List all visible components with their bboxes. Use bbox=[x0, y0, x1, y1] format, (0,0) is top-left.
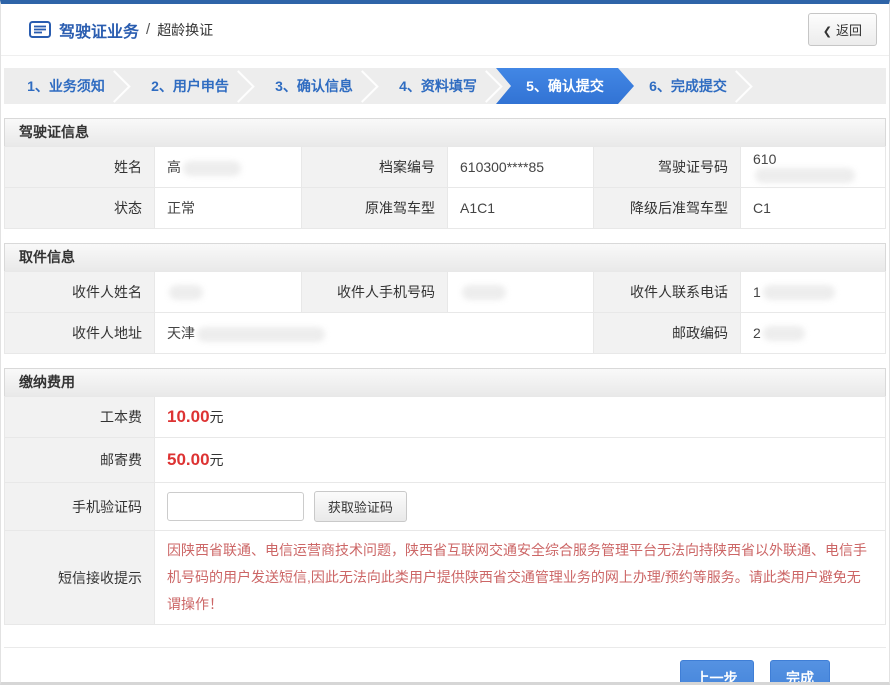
license-number-label: 驾驶证号码 bbox=[594, 147, 741, 188]
section-pickup-info-title: 取件信息 bbox=[4, 243, 886, 271]
redacted-license-number bbox=[755, 168, 855, 183]
recipient-name-label: 收件人姓名 bbox=[5, 272, 155, 313]
breadcrumb-separator: / bbox=[146, 21, 150, 38]
tab-step-2-declaration[interactable]: 2、用户申告 bbox=[128, 68, 252, 104]
page-header: 驾驶证业务 / 超龄换证 ❮ 返回 bbox=[1, 4, 889, 56]
finish-button[interactable]: 完成 bbox=[770, 660, 830, 685]
page-title: 驾驶证业务 bbox=[59, 18, 139, 42]
table-row: 短信接收提示 因陕西省联通、电信运营商技术问题，陕西省互联网交通安全综合服务管理… bbox=[5, 531, 886, 625]
recipient-phone-label: 收件人联系电话 bbox=[594, 272, 741, 313]
table-row: 邮寄费 50.00元 bbox=[5, 438, 886, 483]
recipient-mobile-label: 收件人手机号码 bbox=[302, 272, 448, 313]
section-license-info: 驾驶证信息 姓名 高 档案编号 610300****85 驾驶证号码 610 状… bbox=[4, 118, 886, 229]
recipient-phone-value: 1 bbox=[741, 272, 886, 313]
redacted-recipient-address bbox=[197, 327, 325, 342]
footer-actions: 上一步 完成 bbox=[4, 647, 886, 685]
name-label: 姓名 bbox=[5, 147, 155, 188]
license-number-value: 610 bbox=[741, 147, 886, 188]
tab-step-1-notice[interactable]: 1、业务须知 bbox=[4, 68, 128, 104]
original-class-label: 原准驾车型 bbox=[302, 188, 448, 229]
postage-fee-label: 邮寄费 bbox=[5, 438, 155, 483]
table-row: 姓名 高 档案编号 610300****85 驾驶证号码 610 bbox=[5, 147, 886, 188]
redacted-recipient-mobile bbox=[462, 285, 506, 300]
recipient-address-value: 天津 bbox=[155, 313, 594, 354]
production-fee-amount: 10.00 bbox=[167, 407, 210, 426]
recipient-name-value bbox=[155, 272, 302, 313]
section-fees-title: 缴纳费用 bbox=[4, 368, 886, 396]
redacted-name bbox=[183, 161, 241, 176]
back-button[interactable]: ❮ 返回 bbox=[808, 13, 877, 46]
table-row: 工本费 10.00元 bbox=[5, 397, 886, 438]
production-fee-label: 工本费 bbox=[5, 397, 155, 438]
table-row: 收件人姓名 收件人手机号码 收件人联系电话 1 bbox=[5, 272, 886, 313]
section-fees: 缴纳费用 工本费 10.00元 邮寄费 50.00元 手机验证码 获取验证码 bbox=[4, 368, 886, 625]
sms-code-label: 手机验证码 bbox=[5, 483, 155, 531]
fees-table: 工本费 10.00元 邮寄费 50.00元 手机验证码 获取验证码 短信接收提 bbox=[4, 396, 886, 625]
get-sms-code-button[interactable]: 获取验证码 bbox=[314, 491, 407, 522]
redacted-recipient-name bbox=[169, 285, 203, 300]
section-pickup-info: 取件信息 收件人姓名 收件人手机号码 收件人联系电话 1 收件人地址 天津 邮政… bbox=[4, 243, 886, 354]
table-row: 状态 正常 原准驾车型 A1C1 降级后准驾车型 C1 bbox=[5, 188, 886, 229]
back-chevron-icon: ❮ bbox=[823, 26, 832, 38]
downgraded-class-value: C1 bbox=[741, 188, 886, 229]
tab-step-6-complete[interactable]: 6、完成提交 bbox=[626, 68, 750, 104]
back-button-label: 返回 bbox=[836, 23, 862, 38]
tab-step-5-confirm-submit-active[interactable]: 5、确认提交 bbox=[496, 68, 634, 104]
redacted-postal-code bbox=[763, 326, 805, 341]
production-fee-unit: 元 bbox=[210, 409, 224, 425]
previous-step-button[interactable]: 上一步 bbox=[680, 660, 754, 685]
redacted-recipient-phone bbox=[763, 285, 835, 300]
page-container: 驾驶证业务 / 超龄换证 ❮ 返回 1、业务须知 2、用户申告 3、确认信息 4、… bbox=[0, 0, 890, 685]
postal-code-value: 2 bbox=[741, 313, 886, 354]
tab-step-3-confirm-info[interactable]: 3、确认信息 bbox=[252, 68, 376, 104]
file-number-label: 档案编号 bbox=[302, 147, 448, 188]
sms-notice-cell: 因陕西省联通、电信运营商技术问题，陕西省互联网交通安全综合服务管理平台无法向持陕… bbox=[155, 531, 886, 625]
status-value: 正常 bbox=[155, 188, 302, 229]
status-label: 状态 bbox=[5, 188, 155, 229]
step-tabs: 1、业务须知 2、用户申告 3、确认信息 4、资料填写 5、确认提交 6、完成提… bbox=[4, 68, 886, 104]
breadcrumb-current: 超龄换证 bbox=[157, 20, 213, 40]
sms-code-cell: 获取验证码 bbox=[155, 483, 886, 531]
original-class-value: A1C1 bbox=[448, 188, 594, 229]
license-info-table: 姓名 高 档案编号 610300****85 驾驶证号码 610 状态 正常 原… bbox=[4, 146, 886, 229]
downgraded-class-label: 降级后准驾车型 bbox=[594, 188, 741, 229]
pickup-info-table: 收件人姓名 收件人手机号码 收件人联系电话 1 收件人地址 天津 邮政编码 2 bbox=[4, 271, 886, 354]
recipient-address-label: 收件人地址 bbox=[5, 313, 155, 354]
step-tabs-filler bbox=[750, 68, 886, 104]
postal-code-label: 邮政编码 bbox=[594, 313, 741, 354]
license-form-icon bbox=[29, 21, 51, 38]
table-row: 手机验证码 获取验证码 bbox=[5, 483, 886, 531]
postage-fee-unit: 元 bbox=[210, 452, 224, 468]
name-value: 高 bbox=[155, 147, 302, 188]
file-number-value: 610300****85 bbox=[448, 147, 594, 188]
tab-step-4-fill-data[interactable]: 4、资料填写 bbox=[376, 68, 500, 104]
table-row: 收件人地址 天津 邮政编码 2 bbox=[5, 313, 886, 354]
sms-code-input[interactable] bbox=[167, 492, 304, 521]
recipient-mobile-value bbox=[448, 272, 594, 313]
sms-notice-label: 短信接收提示 bbox=[5, 531, 155, 625]
sms-notice-text: 因陕西省联通、电信运营商技术问题，陕西省互联网交通安全综合服务管理平台无法向持陕… bbox=[167, 531, 873, 624]
production-fee-value: 10.00元 bbox=[155, 397, 886, 438]
postage-fee-amount: 50.00 bbox=[167, 450, 210, 469]
postage-fee-value: 50.00元 bbox=[155, 438, 886, 483]
section-license-info-title: 驾驶证信息 bbox=[4, 118, 886, 146]
